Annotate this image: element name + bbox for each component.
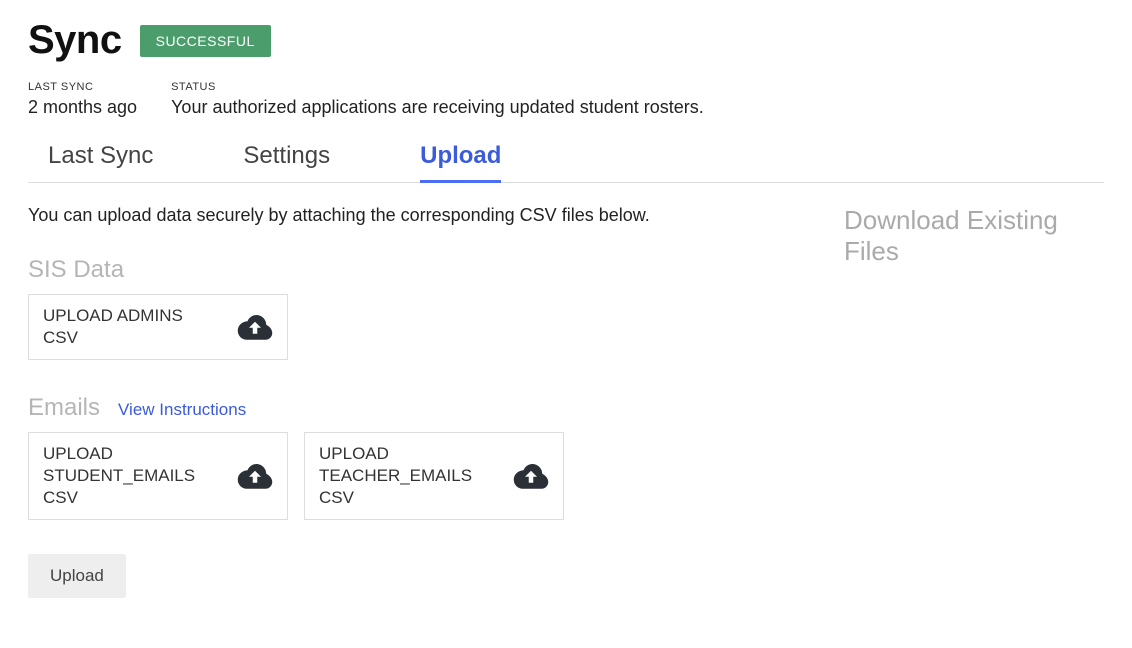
upload-admins-label: UPLOAD ADMINS CSV (43, 305, 219, 349)
last-sync-label: LAST SYNC (28, 81, 137, 93)
cloud-upload-icon (237, 463, 273, 489)
upload-admins-card[interactable]: UPLOAD ADMINS CSV (28, 294, 288, 360)
upload-teacher-emails-card[interactable]: UPLOAD TEACHER_EMAILS CSV (304, 432, 564, 520)
status-badge: SUCCESSFUL (140, 25, 271, 57)
info-last-sync: LAST SYNC 2 months ago (28, 81, 137, 118)
sis-heading: SIS Data (28, 256, 814, 284)
tab-upload[interactable]: Upload (420, 136, 501, 183)
upload-button[interactable]: Upload (28, 554, 126, 598)
status-label: STATUS (171, 81, 704, 93)
upload-teacher-emails-label: UPLOAD TEACHER_EMAILS CSV (319, 443, 495, 509)
sis-heading-text: SIS Data (28, 256, 124, 284)
cloud-upload-icon (237, 314, 273, 340)
tab-last-sync[interactable]: Last Sync (48, 136, 153, 183)
upload-student-emails-label: UPLOAD STUDENT_EMAILS CSV (43, 443, 219, 509)
cloud-upload-icon (513, 463, 549, 489)
intro-text: You can upload data securely by attachin… (28, 205, 814, 226)
view-instructions-link[interactable]: View Instructions (118, 400, 246, 420)
download-existing-files-link[interactable]: Download Existing Files (844, 205, 1104, 267)
page-title: Sync (28, 18, 122, 63)
tab-settings[interactable]: Settings (243, 136, 330, 183)
info-status: STATUS Your authorized applications are … (171, 81, 704, 118)
tabs: Last Sync Settings Upload (28, 136, 1104, 183)
emails-heading-text: Emails (28, 394, 100, 422)
last-sync-value: 2 months ago (28, 97, 137, 118)
emails-heading: Emails View Instructions (28, 394, 814, 422)
upload-student-emails-card[interactable]: UPLOAD STUDENT_EMAILS CSV (28, 432, 288, 520)
status-value: Your authorized applications are receivi… (171, 97, 704, 118)
